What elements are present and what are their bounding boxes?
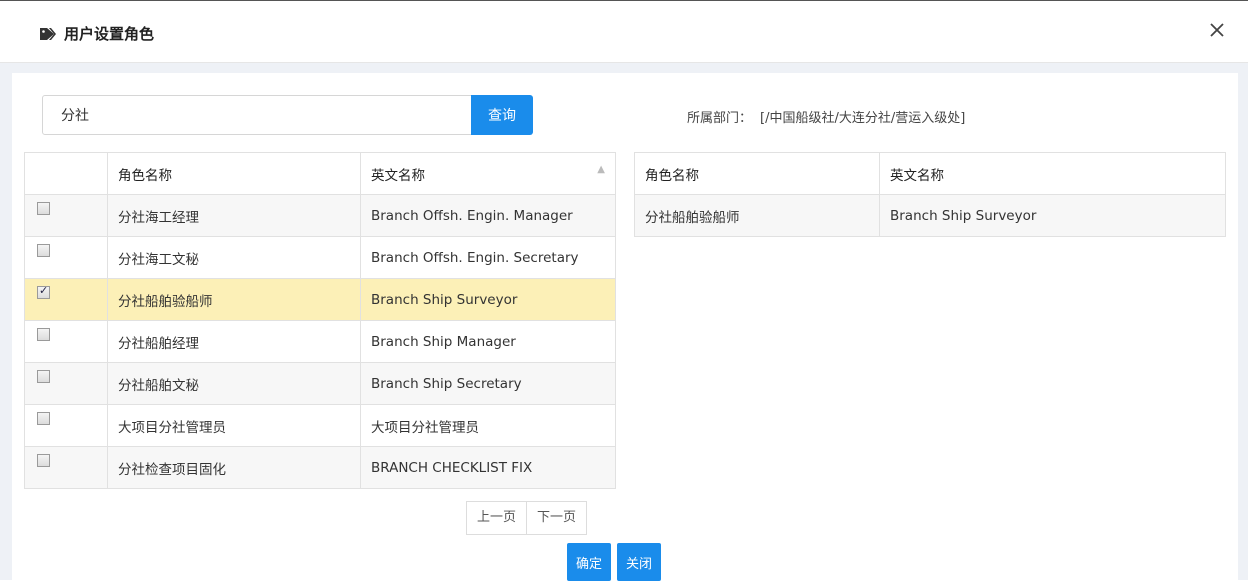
dialog-header: 用户设置角色	[0, 1, 1248, 63]
role-name-cell: 分社船舶验船师	[107, 278, 361, 321]
english-name-cell: Branch Ship Surveyor	[360, 278, 616, 321]
row-checkbox[interactable]	[37, 284, 50, 299]
column-header-english-name: 英文名称	[879, 152, 1226, 195]
row-checkbox[interactable]	[37, 370, 50, 383]
row-checkbox[interactable]	[37, 454, 50, 467]
dialog-body: 查询 所属部门： [/中国船级社/大连分社/营运入级处] 角色名称 英文名称 ▲ 分…	[12, 73, 1238, 581]
confirm-button[interactable]: 确定	[567, 543, 611, 581]
role-name-cell: 分社海工经理	[107, 194, 361, 237]
close-button[interactable]: 关闭	[617, 543, 661, 581]
english-name-cell: 大项目分社管理员	[360, 404, 616, 447]
column-header-role-name[interactable]: 角色名称	[107, 152, 361, 195]
column-header-english-name-label: 英文名称	[371, 167, 425, 184]
role-dialog: 用户设置角色 查询 所属部门： [/中国船级社/大连分社/营运入级处] 角色名称 …	[0, 0, 1248, 581]
row-checkbox[interactable]	[37, 328, 50, 341]
sort-icon[interactable]: ▲	[597, 164, 605, 175]
table-row[interactable]: 大项目分社管理员 大项目分社管理员	[24, 404, 616, 447]
prev-page-button[interactable]: 上一页	[466, 501, 528, 535]
close-icon[interactable]	[1206, 19, 1228, 41]
row-checkbox-cell	[24, 404, 108, 447]
pagination: 上一页 下一页	[466, 501, 588, 535]
row-checkbox-cell	[24, 320, 108, 363]
department-label: 所属部门：	[687, 111, 753, 126]
table-row[interactable]: 分社船舶验船师Branch Ship Surveyor	[634, 194, 1226, 237]
table-header-row: 角色名称 英文名称	[634, 152, 1226, 195]
column-header-english-name[interactable]: 英文名称 ▲	[360, 152, 616, 195]
table-row[interactable]: 分社船舶验船师Branch Ship Surveyor	[24, 278, 616, 321]
english-name-cell: Branch Ship Surveyor	[879, 194, 1226, 237]
table-row[interactable]: 分社船舶经理 Branch Ship Manager	[24, 320, 616, 363]
table-header-row: 角色名称 英文名称 ▲	[24, 152, 616, 195]
row-checkbox[interactable]	[37, 412, 50, 425]
role-name-cell: 分社船舶经理	[107, 320, 361, 363]
row-checkbox-cell	[24, 362, 108, 405]
department-info: 所属部门： [/中国船级社/大连分社/营运入级处]	[687, 107, 965, 126]
row-checkbox[interactable]	[37, 244, 50, 257]
row-checkbox[interactable]	[37, 202, 50, 215]
row-checkbox-cell	[24, 194, 108, 237]
role-name-cell: 分社海工文秘	[107, 236, 361, 279]
assigned-roles-table: 角色名称 英文名称 分社船舶验船师 Branch Ship Surveyor	[634, 152, 1226, 237]
english-name-cell: Branch Offsh. Engin. Secretary	[360, 236, 616, 279]
english-name-cell: BRANCH CHECKLIST FIX	[360, 446, 616, 489]
row-checkbox-cell	[24, 236, 108, 279]
english-name-cell: Branch Offsh. Engin. Manager	[360, 194, 616, 237]
available-roles-table: 角色名称 英文名称 ▲ 分社海工经理 Branch Offsh. Engin. Ma…	[24, 152, 616, 489]
dialog-title: 用户设置角色	[64, 25, 155, 43]
search-input[interactable]	[42, 95, 472, 135]
role-name-cell: 分社检查项目固化	[107, 446, 361, 489]
role-name-cell: 分社船舶验船师	[634, 194, 880, 237]
role-name-cell: 分社船舶文秘	[107, 362, 361, 405]
search-button[interactable]: 查询	[471, 95, 533, 135]
english-name-cell: Branch Ship Secretary	[360, 362, 616, 405]
table-row[interactable]: 分社检查项目固化 BRANCH CHECKLIST FIX	[24, 446, 616, 489]
checkbox-column-header	[24, 152, 108, 195]
next-page-button[interactable]: 下一页	[527, 501, 588, 535]
column-header-role-name: 角色名称	[634, 152, 880, 195]
row-checkbox-cell	[24, 446, 108, 489]
table-row[interactable]: 分社船舶文秘 Branch Ship Secretary	[24, 362, 616, 405]
role-name-cell: 大项目分社管理员	[107, 404, 361, 447]
tag-icon	[40, 28, 56, 40]
english-name-cell: Branch Ship Manager	[360, 320, 616, 363]
table-row[interactable]: 分社海工文秘 Branch Offsh. Engin. Secretary	[24, 236, 616, 279]
row-checkbox-cell	[24, 278, 108, 321]
department-value: [/中国船级社/大连分社/营运入级处]	[760, 111, 966, 126]
table-row[interactable]: 分社海工经理 Branch Offsh. Engin. Manager	[24, 194, 616, 237]
